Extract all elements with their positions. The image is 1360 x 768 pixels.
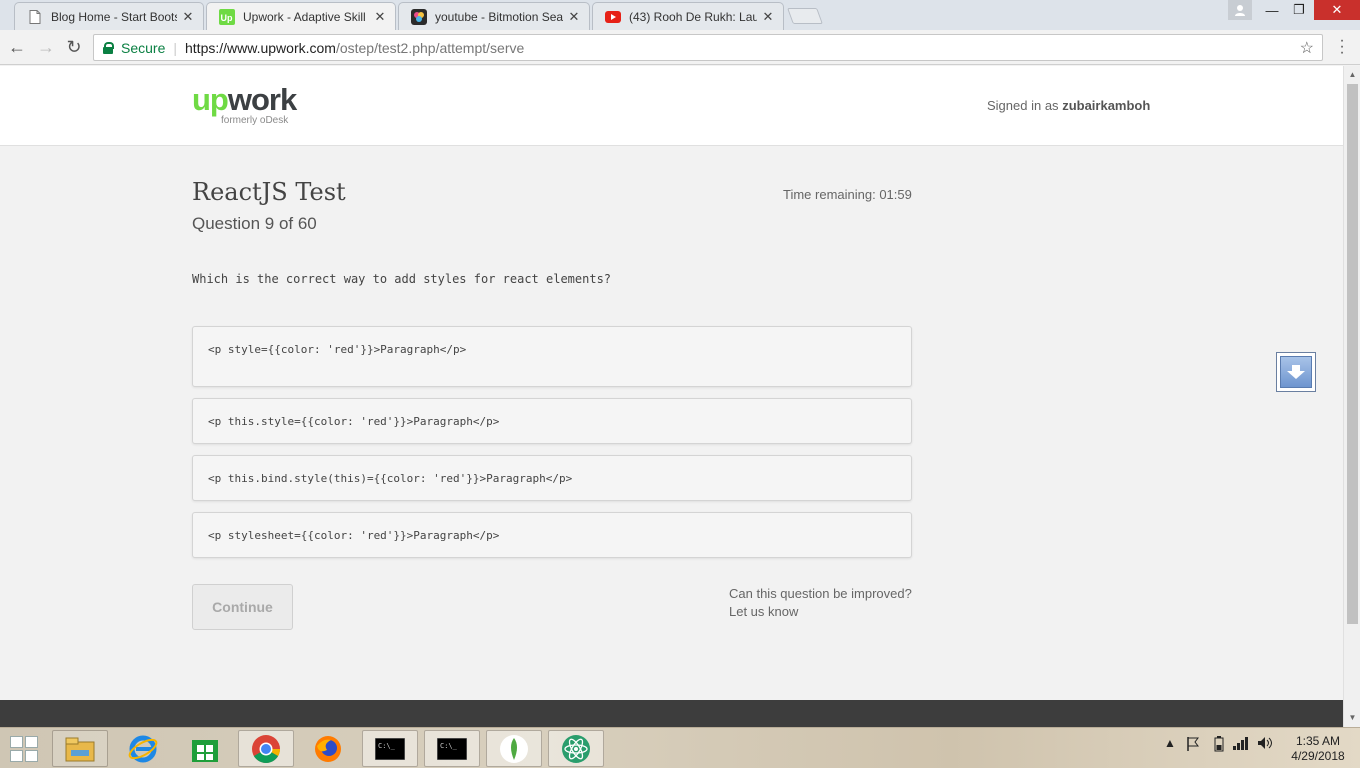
action-center-flag-icon[interactable]: [1185, 736, 1201, 755]
question-progress: Question 9 of 60: [192, 214, 317, 233]
close-tab-icon[interactable]: ✕: [761, 9, 775, 25]
scroll-up-icon[interactable]: ▲: [1344, 68, 1360, 82]
username: zubairkamboh: [1062, 98, 1151, 113]
minimize-window-icon[interactable]: —: [1258, 0, 1286, 20]
answer-option-label: <p this.bind.style(this)={{color: 'red'}…: [208, 472, 573, 485]
windows-store-icon[interactable]: [177, 730, 233, 767]
volume-icon[interactable]: [1257, 736, 1273, 753]
answer-option-3[interactable]: <p this.bind.style(this)={{color: 'red'}…: [192, 455, 912, 501]
signed-in-prefix: Signed in as: [987, 98, 1059, 113]
battery-icon[interactable]: [1214, 736, 1224, 755]
logo-up: up: [192, 82, 229, 117]
improve-question-block: Can this question be improved? Let us kn…: [729, 585, 912, 621]
command-prompt-icon[interactable]: C:\_: [362, 730, 418, 767]
url-host: https://www.upwork.com: [185, 39, 336, 56]
down-arrow-icon: [1280, 356, 1312, 388]
windows-start-icon[interactable]: [8, 734, 40, 764]
chrome-icon[interactable]: [238, 730, 294, 767]
windows-taskbar: C:\_ C:\_ ▲ 1:35 AM 4/29/2018: [0, 727, 1360, 768]
logo-work: work: [227, 82, 297, 117]
clock-time: 1:35 AM: [1295, 734, 1341, 748]
close-tab-icon[interactable]: ✕: [181, 9, 195, 25]
upwork-favicon: Up: [219, 8, 235, 25]
tab-title: Upwork - Adaptive Skill T: [243, 9, 369, 24]
site-header: upwork formerly oDesk Signed in as zubai…: [0, 66, 1343, 146]
svg-text:C:\_: C:\_: [378, 742, 396, 750]
address-bar[interactable]: Secure | https://www.upwork.com/ostep/te…: [93, 34, 1323, 61]
back-arrow-icon[interactable]: ←: [5, 36, 29, 58]
browser-tab-youtube-bitmotion[interactable]: youtube - Bitmotion Sea ✕: [398, 2, 590, 30]
close-tab-icon[interactable]: ✕: [567, 9, 581, 25]
browser-menu-icon[interactable]: · · ·: [1336, 33, 1348, 61]
close-tab-icon[interactable]: ✕: [373, 9, 387, 25]
address-separator: |: [173, 39, 177, 56]
reload-icon[interactable]: ↻: [62, 36, 86, 58]
bookmark-star-icon[interactable]: ☆: [1300, 38, 1314, 58]
time-remaining: Time remaining: 01:59: [783, 187, 912, 202]
forward-arrow-icon[interactable]: →: [34, 36, 58, 58]
svg-text:Up: Up: [221, 13, 233, 23]
tab-title: youtube - Bitmotion Sea: [435, 9, 563, 24]
answer-option-label: <p style={{color: 'red'}}>Paragraph</p>: [208, 343, 467, 356]
signed-in-status: Signed in as zubairkamboh: [987, 98, 1150, 113]
new-tab-button[interactable]: [787, 8, 823, 24]
atom-icon[interactable]: [548, 730, 604, 767]
user-profile-icon[interactable]: [1228, 0, 1252, 20]
answer-option-2[interactable]: <p this.style={{color: 'red'}}>Paragraph…: [192, 398, 912, 444]
browser-tab-youtube-rooh[interactable]: (43) Rooh De Rukh: Laun ✕: [592, 2, 784, 30]
page-scrollbar[interactable]: ▲ ▼: [1343, 66, 1360, 727]
download-arrow-button[interactable]: [1276, 352, 1316, 392]
bitmotion-favicon: [411, 8, 427, 25]
improve-question-text: Can this question be improved?: [729, 586, 912, 601]
clock-date: 4/29/2018: [1291, 749, 1345, 763]
answer-option-label: <p this.style={{color: 'red'}}>Paragraph…: [208, 415, 500, 428]
logo-subtitle: formerly oDesk: [221, 115, 289, 126]
youtube-favicon: [605, 9, 621, 25]
command-prompt-icon[interactable]: C:\_: [424, 730, 480, 767]
file-explorer-icon[interactable]: [52, 730, 108, 767]
browser-tab-blog-home[interactable]: Blog Home - Start Bootst ✕: [14, 2, 204, 30]
tab-title: (43) Rooh De Rukh: Laun: [629, 9, 757, 24]
mongodb-compass-icon[interactable]: [486, 730, 542, 767]
browser-toolbar: ← → ↻ Secure | https://www.upwork.com/os…: [0, 30, 1360, 65]
url-path: /ostep/test2.php/attempt/serve: [335, 39, 525, 56]
upwork-logo[interactable]: upwork formerly oDesk: [192, 84, 302, 130]
lock-icon: [103, 41, 114, 54]
restore-window-icon[interactable]: ❐: [1286, 0, 1312, 20]
secure-label: Secure: [121, 39, 166, 56]
tab-strip: Blog Home - Start Bootst ✕ Up Upwork - A…: [0, 0, 1360, 30]
network-signal-icon[interactable]: [1232, 736, 1250, 753]
scroll-down-icon[interactable]: ▼: [1344, 711, 1360, 725]
scrollbar-thumb[interactable]: [1347, 84, 1358, 624]
let-us-know-link[interactable]: Let us know: [729, 604, 798, 619]
svg-text:C:\_: C:\_: [440, 742, 458, 750]
page-footer: [0, 700, 1343, 727]
question-text: Which is the correct way to add styles f…: [192, 272, 612, 286]
browser-tab-upwork[interactable]: Up Upwork - Adaptive Skill T ✕: [206, 2, 396, 30]
answer-option-label: <p stylesheet={{color: 'red'}}>Paragraph…: [208, 529, 500, 542]
tab-title: Blog Home - Start Bootst: [51, 9, 177, 24]
firefox-icon[interactable]: [300, 730, 356, 767]
system-clock[interactable]: 1:35 AM 4/29/2018: [1288, 734, 1348, 764]
close-window-icon[interactable]: ✕: [1314, 0, 1360, 20]
show-hidden-icons-chevron[interactable]: ▲: [1164, 736, 1176, 750]
document-icon: [27, 9, 43, 25]
page-viewport: upwork formerly oDesk Signed in as zubai…: [0, 66, 1343, 727]
continue-button[interactable]: Continue: [192, 584, 293, 630]
internet-explorer-icon[interactable]: [115, 730, 171, 767]
answer-option-1[interactable]: <p style={{color: 'red'}}>Paragraph</p>: [192, 326, 912, 387]
answer-option-4[interactable]: <p stylesheet={{color: 'red'}}>Paragraph…: [192, 512, 912, 558]
test-title: ReactJS Test: [192, 178, 346, 206]
